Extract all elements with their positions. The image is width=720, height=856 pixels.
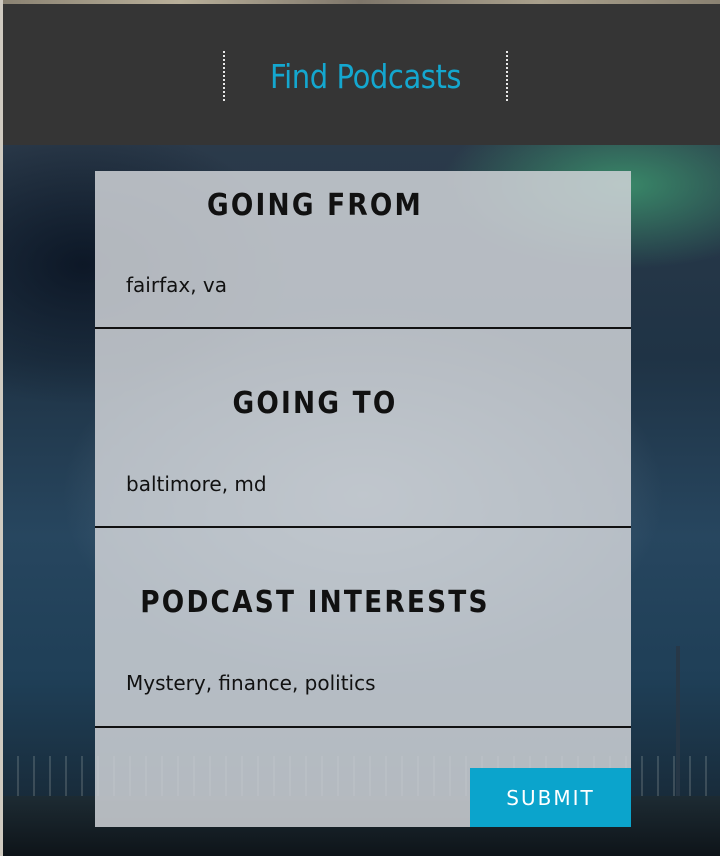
going-to-input[interactable] [126, 472, 596, 496]
header-bar: Find Podcasts [3, 4, 720, 145]
podcast-interests-input[interactable] [126, 671, 596, 695]
title-frame: Find Podcasts [223, 51, 508, 101]
podcast-interests-label: PODCAST INTERESTS [140, 585, 490, 620]
podcast-search-form: GOING FROM GOING TO PODCAST INTERESTS [95, 171, 631, 827]
going-from-input[interactable] [126, 273, 596, 297]
podcast-interests-section: PODCAST INTERESTS [95, 528, 631, 728]
submit-button[interactable]: SUBMIT [470, 768, 631, 827]
page: Find Podcasts GOING FROM GOING TO PODCAS… [0, 0, 720, 856]
page-title[interactable]: Find Podcasts [270, 57, 462, 96]
going-from-label: GOING FROM [207, 188, 423, 223]
going-to-section: GOING TO [95, 329, 631, 528]
going-from-section: GOING FROM [95, 171, 631, 329]
going-to-label: GOING TO [232, 386, 398, 421]
